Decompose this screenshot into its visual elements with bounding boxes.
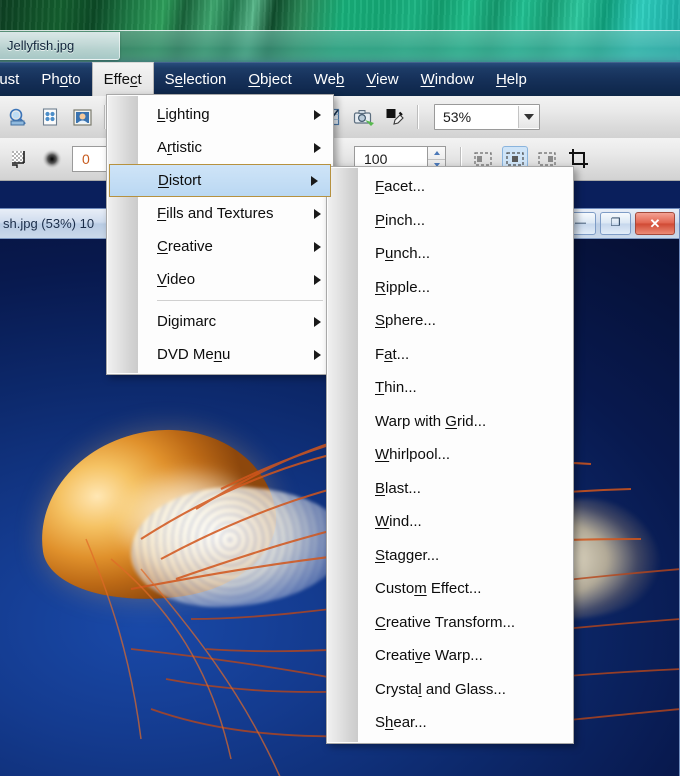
distort-submenu: Facet... Pinch... Punch... Ripple... Sphere.…	[326, 166, 574, 744]
menu-item-label: Pinch...	[375, 211, 426, 229]
submenu-arrow-icon	[311, 175, 318, 186]
eyedropper-icon[interactable]	[382, 104, 408, 130]
distort-menu-item-fat[interactable]: Fat...	[327, 338, 573, 372]
chevron-down-icon[interactable]	[518, 106, 539, 128]
menu-item-label: Crystal and Glass...	[375, 680, 506, 698]
menu-item-label: Warp with Grid...	[375, 412, 487, 430]
menu-item-label: Lighting	[157, 106, 210, 123]
window-controls: — ❐ ✕	[565, 212, 679, 235]
effect-menu-item-digimarc[interactable]: Digimarc	[107, 305, 333, 338]
distort-menu-item-sphere[interactable]: Sphere...	[327, 304, 573, 338]
toolbar-separator	[417, 105, 418, 129]
effect-menu-item-artistic[interactable]: Artistic	[107, 131, 333, 164]
effect-menu-item-lighting[interactable]: Lighting	[107, 98, 333, 131]
menu-item-label: Sphere...	[375, 312, 436, 330]
menu-item-label: Distort	[158, 172, 202, 189]
effect-menu-item-video[interactable]: Video	[107, 263, 333, 296]
distort-menu-item-stagger[interactable]: Stagger...	[327, 539, 573, 573]
stroke-width-value: 0	[82, 151, 90, 167]
distort-menu-item-whirlpool[interactable]: Whirlpool...	[327, 438, 573, 472]
menu-item-label: Blast...	[375, 479, 421, 497]
menu-divider	[157, 300, 323, 301]
distort-menu-item-ripple[interactable]: Ripple...	[327, 271, 573, 305]
menu-item-label: Punch...	[375, 245, 431, 263]
submenu-arrow-icon	[314, 241, 321, 252]
menubar-item-effect[interactable]: Effe c t	[91, 62, 154, 96]
distort-menu-item-wind[interactable]: Wind...	[327, 505, 573, 539]
distort-menu-item-blast[interactable]: Blast...	[327, 472, 573, 506]
stepper-up-icon[interactable]	[428, 147, 445, 160]
submenu-arrow-icon	[314, 142, 321, 153]
selection-edge-icon[interactable]	[7, 146, 33, 172]
effect-menu-item-distort[interactable]: Distort	[109, 164, 331, 197]
distort-menu-item-facet[interactable]: Facet...	[327, 170, 573, 204]
submenu-arrow-icon	[314, 208, 321, 219]
menu-item-label: Facet...	[375, 178, 426, 196]
menu-item-label: Video	[157, 271, 196, 288]
distort-menu-item-shear[interactable]: Shear...	[327, 706, 573, 740]
menubar-item-help[interactable]: Help	[485, 65, 538, 94]
menu-item-label: Digimarc	[157, 313, 217, 330]
submenu-arrow-icon	[314, 274, 321, 285]
submenu-arrow-icon	[314, 316, 321, 327]
menubar-item-view[interactable]: View	[355, 65, 409, 94]
distort-menu-item-custom-effect[interactable]: Custom Effect...	[327, 572, 573, 606]
feather-brush-icon[interactable]	[39, 146, 65, 172]
opacity-value: 100	[364, 151, 388, 167]
distort-menu-item-warp-with-grid[interactable]: Warp with Grid...	[327, 405, 573, 439]
menu-item-label: Creative	[157, 238, 213, 255]
camera-raw-icon[interactable]	[350, 104, 376, 130]
menu-item-label: Shear...	[375, 714, 427, 732]
distort-menu-item-creative-transform[interactable]: Creative Transform...	[327, 606, 573, 640]
restore-button[interactable]: ❐	[600, 212, 631, 235]
distort-menu-item-creative-warp[interactable]: Creative Warp...	[327, 639, 573, 673]
menu-item-label: Fills and Textures	[157, 205, 274, 222]
zoom-level-combobox[interactable]: 53%	[434, 104, 540, 130]
menubar-item-window[interactable]: Window	[410, 65, 485, 94]
zoom-level-value: 53%	[443, 109, 472, 125]
effect-dropdown-menu: Lighting Artistic Distort Fills and Texture…	[106, 94, 334, 375]
menu-item-label: Stagger...	[375, 546, 440, 564]
menu-item-label: Thin...	[375, 379, 417, 397]
document-tab-label: Jellyfish.jpg	[7, 38, 75, 53]
effect-menu-item-creative[interactable]: Creative	[107, 230, 333, 263]
effect-menu-item-dvd-menu[interactable]: DVD Menu	[107, 338, 333, 371]
menubar-item-selection[interactable]: Selection	[154, 65, 238, 94]
menu-item-label: Ripple...	[375, 278, 431, 296]
menubar-item-photo[interactable]: Photo	[30, 65, 91, 94]
distort-menu-item-pinch[interactable]: Pinch...	[327, 204, 573, 238]
distort-menu-item-thin[interactable]: Thin...	[327, 371, 573, 405]
distort-menu-item-punch[interactable]: Punch...	[327, 237, 573, 271]
image-info-icon[interactable]	[69, 104, 95, 130]
toolbar-separator	[104, 105, 105, 129]
menu-item-label: Fat...	[375, 345, 410, 363]
close-icon: ✕	[649, 216, 661, 231]
menubar-item-object[interactable]: Object	[237, 65, 302, 94]
submenu-arrow-icon	[314, 109, 321, 120]
document-tab-jellyfish[interactable]: Jellyfish.jpg	[0, 32, 120, 60]
menubar-item-web[interactable]: Web	[303, 65, 356, 94]
minimize-icon: —	[575, 217, 586, 229]
restore-icon: ❐	[610, 217, 621, 229]
close-button[interactable]: ✕	[635, 212, 675, 235]
menu-item-label: Wind...	[375, 513, 422, 531]
distort-menu-item-crystal-and-glass[interactable]: Crystal and Glass...	[327, 673, 573, 707]
menu-item-label: Creative Transform...	[375, 613, 516, 631]
menubar-item-just[interactable]: just	[0, 65, 30, 94]
menu-bar: justPhotoEffectSelectionObjectWebViewWin…	[0, 62, 680, 96]
effect-menu-item-fills-and-textures[interactable]: Fills and Textures	[107, 197, 333, 230]
menu-item-label: Whirlpool...	[375, 446, 451, 464]
menu-item-label: Creative Warp...	[375, 647, 483, 665]
submenu-arrow-icon	[314, 349, 321, 360]
batch-process-icon[interactable]	[37, 104, 63, 130]
menu-item-label: Custom Effect...	[375, 580, 482, 598]
menu-item-label: Artistic	[157, 139, 203, 156]
document-title-text: sh.jpg (53%) 10	[3, 216, 95, 231]
standard-toolbar: 53%	[0, 96, 680, 139]
print-preview-icon[interactable]	[5, 104, 31, 130]
menu-item-label: DVD Menu	[157, 346, 231, 363]
